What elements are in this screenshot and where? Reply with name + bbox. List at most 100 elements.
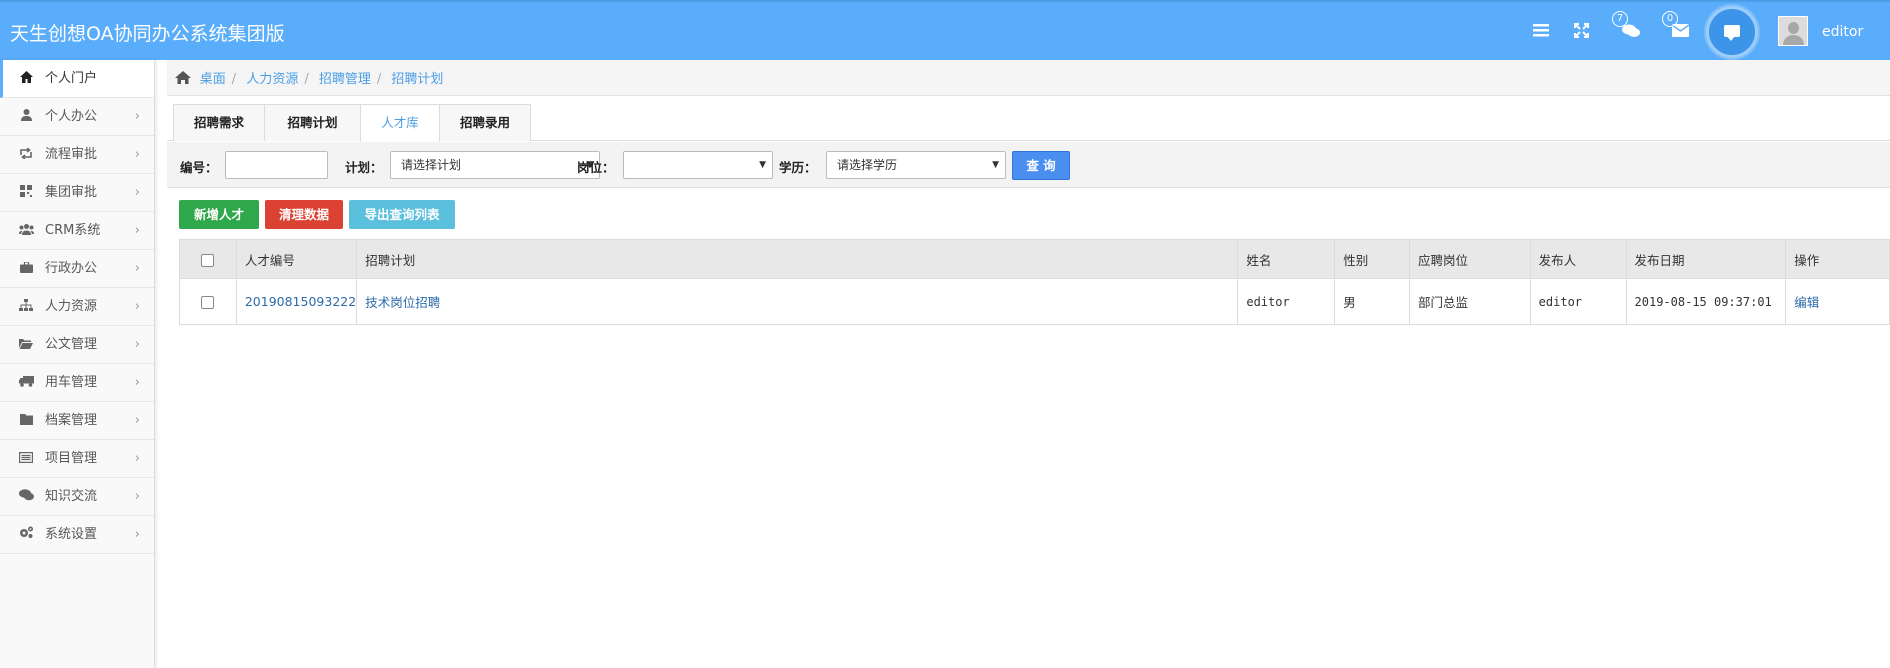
tab-recruit-demand[interactable]: 招聘需求 [173,104,265,141]
chevron-right-icon: › [134,413,140,428]
plan-link[interactable]: 技术岗位招聘 [365,295,440,310]
add-talent-button[interactable]: 新增人才 [179,200,259,229]
sidebar-item-hr[interactable]: 人力资源 › [0,288,154,326]
col-date: 发布日期 [1625,239,1787,279]
messages-badge: 7 [1612,11,1628,27]
select-all-checkbox[interactable] [201,253,215,267]
caret-down-icon: ▼ [992,160,999,170]
sidebar-item-vehicles[interactable]: 用车管理 › [0,364,154,402]
clear-data-button[interactable]: 清理数据 [265,200,343,229]
cell-date: 2019-08-15 09:37:01 [1625,278,1787,325]
fullscreen-icon[interactable] [1574,23,1589,42]
education-label: 学历： [779,160,817,175]
sidebar-item-label: 用车管理 [45,375,98,390]
col-plan: 招聘计划 [356,239,1239,279]
breadcrumb-recruitment[interactable]: 招聘管理 [319,72,371,87]
sidebar-item-group-approval[interactable]: 集团审批 › [0,174,154,212]
sidebar-item-personal-office[interactable]: 个人办公 › [0,98,154,136]
cell-name: editor [1237,278,1336,325]
caret-down-icon: ▼ [759,160,766,170]
avatar[interactable] [1778,16,1808,46]
cell-publisher: editor [1529,278,1627,325]
col-action: 操作 [1785,239,1890,279]
tab-recruit-plan[interactable]: 招聘计划 [264,104,361,141]
query-button[interactable]: 查 询 [1012,151,1070,180]
chevron-right-icon: › [134,527,140,542]
position-select[interactable]: ▼ [623,151,773,179]
col-position: 应聘岗位 [1409,239,1531,279]
mail-badge: 0 [1662,11,1678,27]
export-list-button[interactable]: 导出查询列表 [349,200,455,229]
edit-link[interactable]: 编辑 [1794,295,1819,310]
sidebar-item-archives[interactable]: 档案管理 › [0,402,154,440]
breadcrumb-plan[interactable]: 招聘计划 [391,72,443,87]
chevron-right-icon: › [134,261,140,276]
breadcrumb-hr[interactable]: 人力资源 [246,72,298,87]
table-header: 人才编号 招聘计划 姓名 性别 应聘岗位 发布人 发布日期 操作 [179,239,1890,279]
chevron-right-icon: › [134,489,140,504]
menu-icon[interactable] [1533,23,1549,41]
sidebar-item-label: 人力资源 [45,299,98,314]
list-icon [18,440,34,478]
sidebar-item-label: 系统设置 [45,527,98,542]
sidebar-item-label: CRM系统 [45,223,101,238]
sidebar-item-label: 集团审批 [45,185,98,200]
col-talent-id: 人才编号 [235,239,358,279]
tab-talent-pool[interactable]: 人才库 [360,104,440,142]
sidebar-item-label: 项目管理 [45,451,98,466]
sidebar-item-settings[interactable]: 系统设置 › [0,516,154,554]
id-input[interactable] [225,151,328,179]
col-name: 姓名 [1237,239,1336,279]
app-title: 天生创想OA协同办公系统集团版 [10,23,285,45]
chevron-right-icon: › [134,375,140,390]
tab-recruit-hire[interactable]: 招聘录用 [439,104,531,141]
qrcode-icon [18,174,34,212]
chevron-right-icon: › [134,451,140,466]
sidebar-item-documents[interactable]: 公文管理 › [0,326,154,364]
chevron-right-icon: › [134,147,140,162]
cogs-icon [18,516,34,554]
plan-label: 计划： [345,160,383,175]
col-publisher: 发布人 [1529,239,1627,279]
sitemap-icon [18,288,34,326]
sidebar-item-label: 档案管理 [45,413,98,428]
home-icon [175,69,196,87]
sidebar-item-workflow[interactable]: 流程审批 › [0,136,154,174]
talent-table: 人才编号 招聘计划 姓名 性别 应聘岗位 发布人 发布日期 操作 2019081… [179,239,1890,325]
home-icon [18,60,34,98]
sidebar-item-projects[interactable]: 项目管理 › [0,440,154,478]
chat-button[interactable] [1706,6,1758,58]
filter-bar: 编号： 计划： 请选择计划 ▼ 岗位： ▼ 学历： 请选择学历 ▼ 查 询 [167,142,1890,188]
chevron-right-icon: › [134,299,140,314]
mail-icon[interactable] [1671,24,1690,41]
comments-icon [18,478,34,516]
table-row: 20190815093222 技术岗位招聘 editor 男 部门总监 edit… [179,278,1890,325]
breadcrumb: 桌面 / 人力资源 / 招聘管理 / 招聘计划 [167,60,1890,96]
sidebar-item-admin-office[interactable]: 行政办公 › [0,250,154,288]
cell-gender: 男 [1334,278,1410,325]
cell-position: 部门总监 [1409,278,1531,325]
chevron-right-icon: › [134,109,140,124]
talent-id-link[interactable]: 20190815093222 [245,294,356,309]
retweet-icon [18,136,34,174]
tab-bar: 招聘需求 招聘计划 人才库 招聘录用 [167,104,1890,142]
sidebar-item-portal[interactable]: 个人门户 [0,60,154,98]
row-checkbox[interactable] [201,296,215,309]
col-gender: 性别 [1334,239,1410,279]
sidebar: 个人门户 个人办公 › 流程审批 › 集团审批 › CRM系统 › 行政办公 › [0,60,155,668]
sidebar-item-crm[interactable]: CRM系统 › [0,212,154,250]
sidebar-item-label: 流程审批 [45,147,98,162]
users-icon [18,212,34,250]
sidebar-item-label: 个人办公 [45,109,98,124]
username[interactable]: editor [1822,24,1863,40]
chat-icon [1724,25,1740,41]
comments-icon[interactable] [1622,24,1640,42]
folder-open-icon [18,326,34,364]
education-select[interactable]: 请选择学历 ▼ [826,151,1006,179]
user-icon [18,98,34,136]
sidebar-item-label: 个人门户 [45,71,98,86]
sidebar-item-label: 公文管理 [45,337,98,352]
breadcrumb-desktop[interactable]: 桌面 [200,72,226,87]
plan-select[interactable]: 请选择计划 ▼ [390,151,600,179]
sidebar-item-knowledge[interactable]: 知识交流 › [0,478,154,516]
